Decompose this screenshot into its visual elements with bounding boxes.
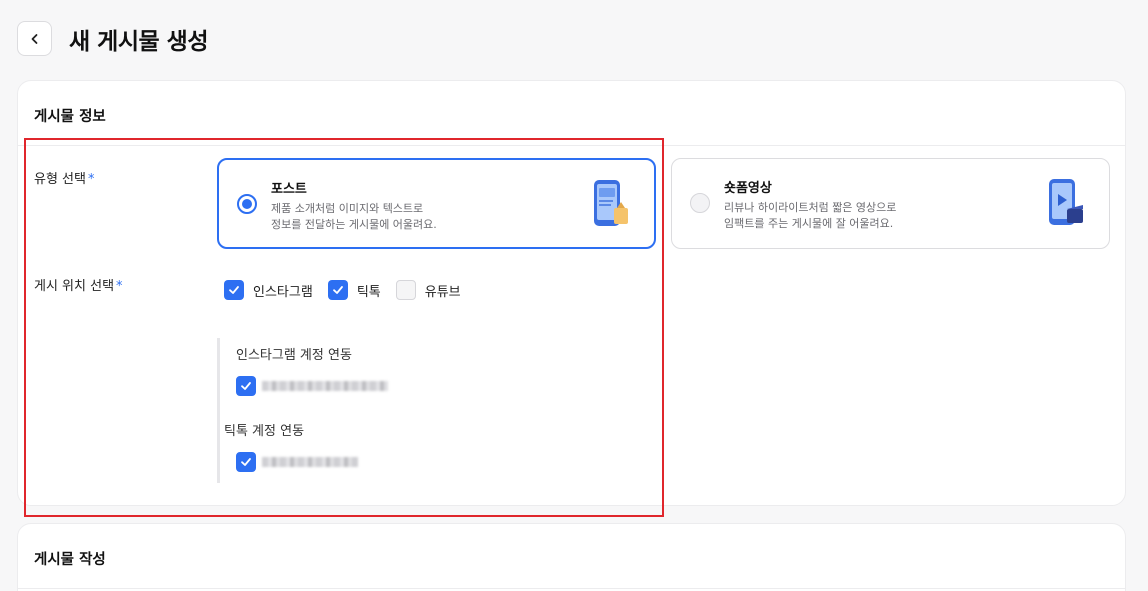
type-select-label: 유형 선택 * <box>34 168 94 187</box>
location-checkbox-group: 인스타그램 틱톡 유튜브 <box>224 280 476 300</box>
checkbox-tiktok[interactable] <box>327 280 348 300</box>
post-option-desc-line2: 정보를 전달하는 게시물에 어울려요. <box>271 218 437 231</box>
checkbox-instagram[interactable] <box>224 280 244 300</box>
post-info-card: 게시물 정보 유형 선택 * 포스트 제품 소개처럼 이미지와 텍스트로 정보를 … <box>17 80 1126 506</box>
tiktok-link-label: 틱톡 계정 연동 <box>224 424 305 439</box>
post-option-desc: 제품 소개처럼 이미지와 텍스트로 정보를 전달하는 게시물에 어울려요. <box>271 201 501 233</box>
divider <box>18 588 1125 589</box>
tiktok-account-item[interactable] <box>236 452 358 472</box>
phone-video-icon <box>1045 177 1087 233</box>
location-youtube[interactable]: 유튜브 <box>395 280 461 300</box>
location-tiktok-label: 틱톡 <box>356 284 381 300</box>
location-youtube-label: 유튜브 <box>424 284 461 300</box>
shortform-option-desc-line1: 리뷰나 하이라이트처럼 짧은 영상으로 <box>724 201 897 214</box>
type-option-post[interactable]: 포스트 제품 소개처럼 이미지와 텍스트로 정보를 전달하는 게시물에 어울려요… <box>217 158 656 249</box>
location-tiktok[interactable]: 틱톡 <box>327 280 381 300</box>
back-button[interactable] <box>17 21 52 56</box>
post-option-title: 포스트 <box>271 182 307 197</box>
phone-image-icon <box>590 178 632 234</box>
check-icon <box>332 286 343 294</box>
post-option-desc-line1: 제품 소개처럼 이미지와 텍스트로 <box>271 202 424 215</box>
type-select-label-text: 유형 선택 <box>34 172 86 187</box>
type-option-shortform[interactable]: 숏폼영상 리뷰나 하이라이트처럼 짧은 영상으로 임팩트를 주는 게시물에 잘 … <box>671 158 1110 249</box>
required-mark: * <box>116 279 123 294</box>
location-select-label: 게시 위치 선택 * <box>34 275 123 294</box>
location-instagram[interactable]: 인스타그램 <box>224 280 313 300</box>
radio-shortform[interactable] <box>690 193 710 213</box>
check-icon <box>241 382 251 390</box>
chevron-left-icon <box>31 33 37 44</box>
shortform-option-desc-line2: 임팩트를 주는 게시물에 잘 어울려요. <box>724 217 894 230</box>
redacted-account-name <box>262 457 358 467</box>
divider <box>18 145 1125 146</box>
check-icon <box>229 286 239 294</box>
location-instagram-label: 인스타그램 <box>253 284 313 300</box>
page-header: 새 게시물 생성 <box>17 21 208 56</box>
instagram-link-label: 인스타그램 계정 연동 <box>236 348 352 363</box>
shortform-option-desc: 리뷰나 하이라이트처럼 짧은 영상으로 임팩트를 주는 게시물에 잘 어울려요. <box>724 200 954 232</box>
instagram-account-item[interactable] <box>236 376 388 396</box>
required-mark: * <box>87 172 95 187</box>
checkbox-youtube[interactable] <box>395 280 416 300</box>
linked-accounts-bar <box>217 338 220 483</box>
radio-post[interactable] <box>237 194 257 214</box>
page-title: 새 게시물 생성 <box>69 28 208 55</box>
checkbox-tiktok-account[interactable] <box>236 452 256 472</box>
shortform-option-title: 숏폼영상 <box>724 181 772 196</box>
check-icon <box>241 458 251 466</box>
post-write-title: 게시물 작성 <box>34 552 106 568</box>
checkbox-instagram-account[interactable] <box>236 376 256 396</box>
post-write-card: 게시물 작성 <box>17 523 1126 591</box>
location-select-label-text: 게시 위치 선택 <box>34 279 115 294</box>
redacted-account-name <box>262 381 388 391</box>
post-info-title: 게시물 정보 <box>34 109 106 125</box>
